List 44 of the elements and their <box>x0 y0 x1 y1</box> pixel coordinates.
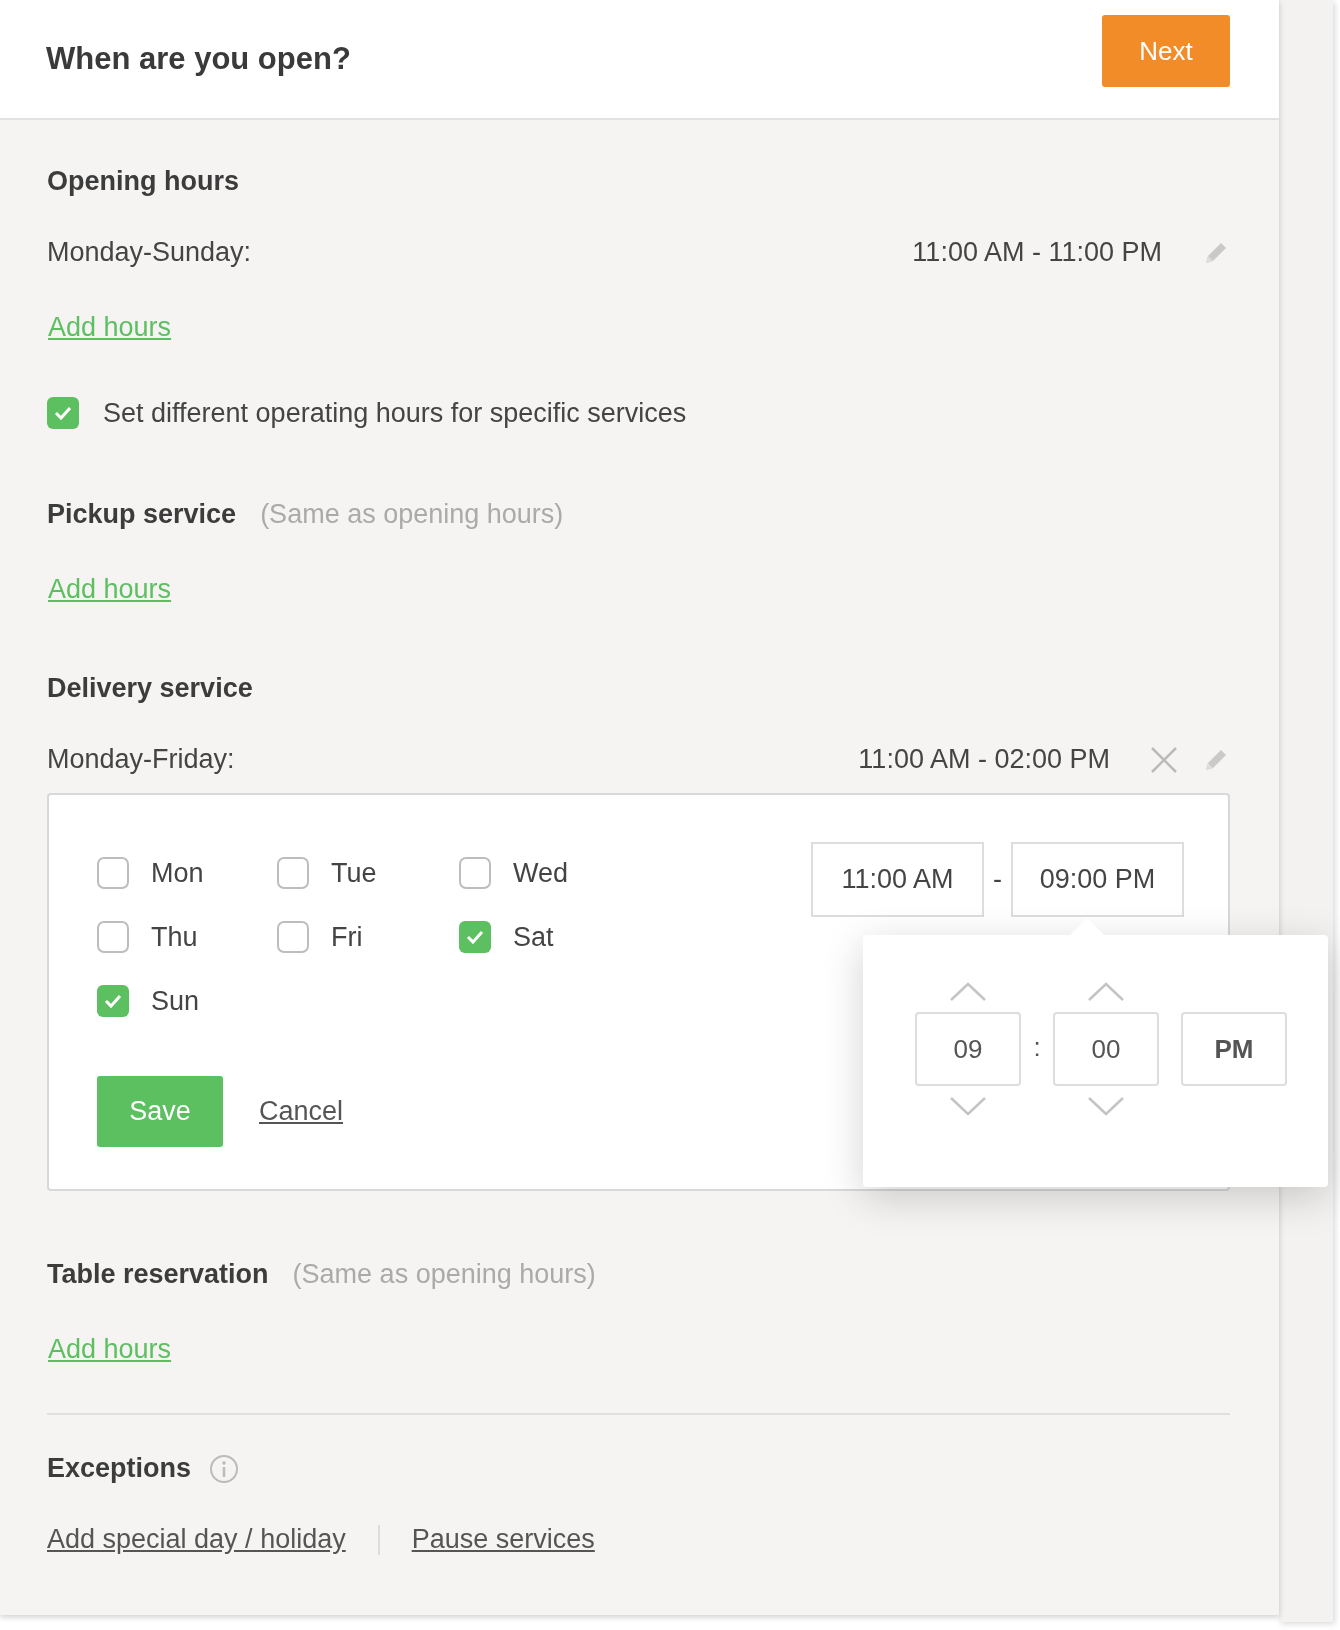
checkbox-label: Set different operating hours for specific services <box>103 397 687 429</box>
time-separator: - <box>992 864 1003 895</box>
day-label: Sun <box>151 985 200 1017</box>
day-label: Wed <box>513 857 569 889</box>
hours-range: 11:00 AM - 11:00 PM <box>912 237 1162 268</box>
exception-link[interactable]: Add special day / holiday <box>47 1524 346 1555</box>
section-note: (Same as opening hours) <box>260 499 564 530</box>
decrease-icon[interactable] <box>1086 1096 1126 1118</box>
section-heading: Opening hours <box>47 166 240 197</box>
section-heading: Table reservation <box>47 1259 269 1290</box>
days-label: Monday-Sunday: <box>47 237 253 268</box>
hour-field[interactable]: 09 <box>915 1012 1021 1086</box>
page-title: When are you open? <box>46 41 351 77</box>
cancel-link[interactable]: Cancel <box>259 1096 344 1127</box>
section-heading: Exceptions <box>47 1453 192 1484</box>
increase-icon[interactable] <box>1086 980 1126 1002</box>
checkbox[interactable] <box>277 857 309 889</box>
checkbox[interactable] <box>97 857 129 889</box>
checkbox[interactable] <box>459 857 491 889</box>
checkbox[interactable] <box>47 397 79 429</box>
time-separator: : <box>1032 1031 1042 1063</box>
day-label: Fri <box>331 921 363 953</box>
increase-icon[interactable] <box>948 980 988 1002</box>
section-heading: Delivery service <box>47 673 253 704</box>
day-label: Tue <box>331 857 377 889</box>
checkbox[interactable] <box>277 921 309 953</box>
checkbox[interactable] <box>459 921 491 953</box>
minute-field[interactable]: 00 <box>1053 1012 1159 1086</box>
period-toggle[interactable]: PM <box>1181 1012 1287 1086</box>
day-label: Sat <box>513 921 554 953</box>
day-label: Mon <box>151 857 204 889</box>
exception-link[interactable]: Pause services <box>411 1524 595 1555</box>
section-note: (Same as opening hours) <box>292 1259 596 1290</box>
info-icon[interactable] <box>209 1453 240 1484</box>
section-heading: Pickup service <box>47 499 237 530</box>
start-time-field[interactable]: 11:00 AM <box>811 842 984 917</box>
checkbox[interactable] <box>97 985 129 1017</box>
end-time-field[interactable]: 09:00 PM <box>1011 842 1184 917</box>
day-label: Thu <box>151 921 198 953</box>
hours-range: 11:00 AM - 02:00 PM <box>858 744 1110 775</box>
decrease-icon[interactable] <box>948 1096 988 1118</box>
close-icon[interactable] <box>1150 745 1178 774</box>
days-label: Monday-Friday: <box>47 744 236 775</box>
checkbox[interactable] <box>97 921 129 953</box>
